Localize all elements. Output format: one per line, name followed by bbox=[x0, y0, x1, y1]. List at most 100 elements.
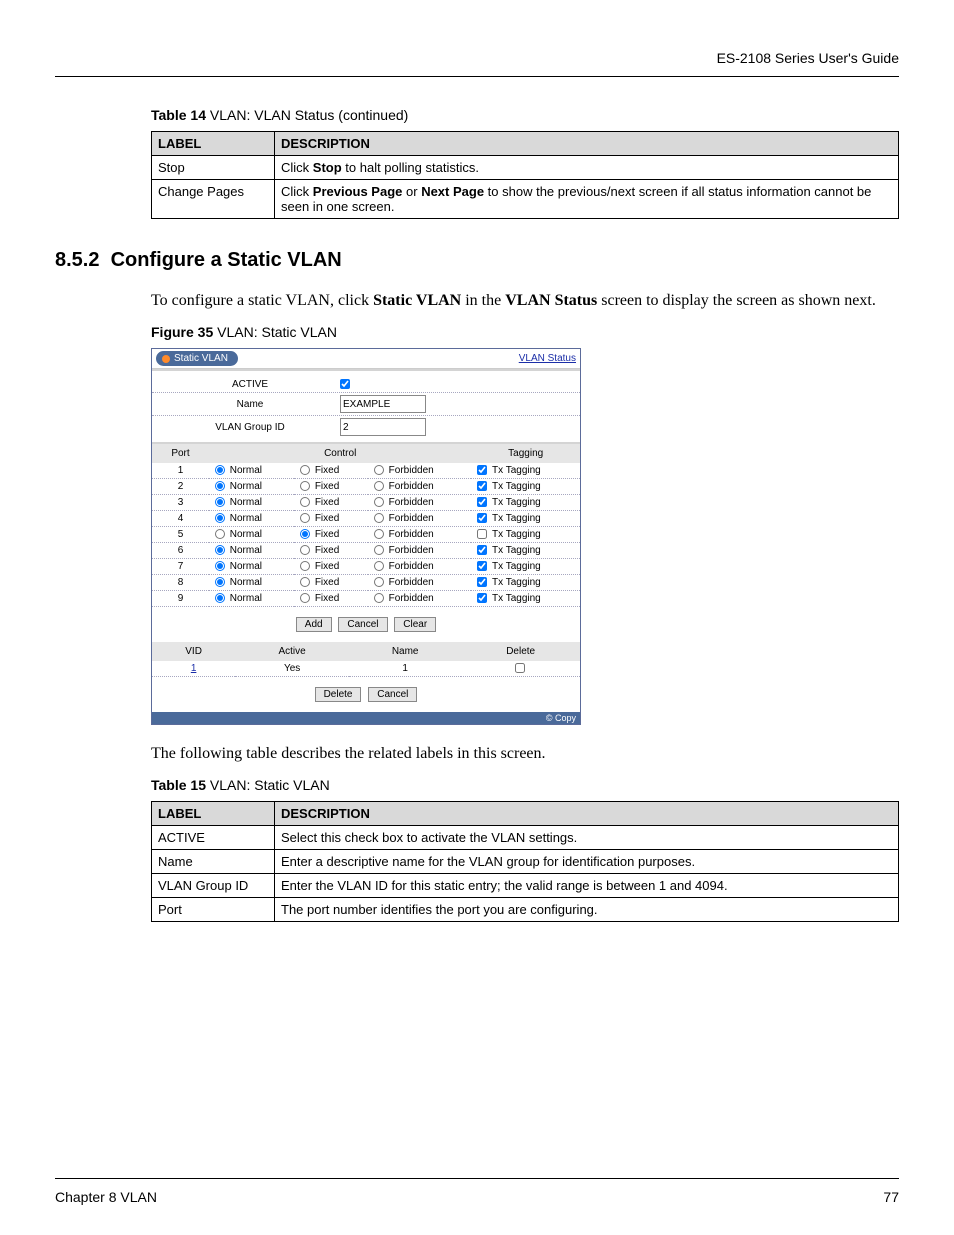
port-head-tagging: Tagging bbox=[471, 444, 580, 463]
radio-fixed[interactable] bbox=[300, 577, 310, 587]
radio-forbidden[interactable] bbox=[374, 561, 384, 571]
port-control-fixed: Fixed bbox=[294, 511, 368, 527]
radio-normal[interactable] bbox=[215, 481, 225, 491]
radio-forbidden[interactable] bbox=[374, 497, 384, 507]
port-control-normal: Normal bbox=[209, 527, 294, 543]
port-control-normal: Normal bbox=[209, 463, 294, 479]
port-control-forbidden: Forbidden bbox=[368, 479, 472, 495]
tx-tagging-checkbox[interactable] bbox=[477, 513, 487, 523]
radio-forbidden[interactable] bbox=[374, 577, 384, 587]
port-control-forbidden: Forbidden bbox=[368, 463, 472, 479]
tx-tagging-checkbox[interactable] bbox=[477, 465, 487, 475]
port-tagging: Tx Tagging bbox=[471, 527, 580, 543]
tx-tagging-checkbox[interactable] bbox=[477, 529, 487, 539]
table15-caption: Table 15 VLAN: Static VLAN bbox=[151, 777, 899, 793]
radio-forbidden[interactable] bbox=[374, 465, 384, 475]
table14-label: Change Pages bbox=[152, 180, 275, 219]
radio-fixed[interactable] bbox=[300, 481, 310, 491]
port-control-fixed: Fixed bbox=[294, 479, 368, 495]
port-tagging: Tx Tagging bbox=[471, 543, 580, 559]
radio-forbidden[interactable] bbox=[374, 593, 384, 603]
header-rule bbox=[55, 76, 899, 77]
port-number: 4 bbox=[152, 511, 209, 527]
tx-tagging-checkbox[interactable] bbox=[477, 481, 487, 491]
radio-fixed[interactable] bbox=[300, 513, 310, 523]
tx-tagging-checkbox[interactable] bbox=[477, 497, 487, 507]
tx-tagging-checkbox[interactable] bbox=[477, 577, 487, 587]
port-control-fixed: Fixed bbox=[294, 559, 368, 575]
port-control-forbidden: Forbidden bbox=[368, 527, 472, 543]
list-head-active: Active bbox=[235, 642, 349, 661]
table15-desc: Select this check box to activate the VL… bbox=[275, 826, 899, 850]
cancel-button-1[interactable] bbox=[338, 617, 387, 632]
cancel-button-2[interactable] bbox=[368, 687, 417, 702]
list-head-vid: VID bbox=[152, 642, 235, 661]
radio-fixed[interactable] bbox=[300, 593, 310, 603]
port-number: 6 bbox=[152, 543, 209, 559]
name-input[interactable] bbox=[340, 395, 426, 413]
table15-desc: The port number identifies the port you … bbox=[275, 898, 899, 922]
section-intro: To configure a static VLAN, click Static… bbox=[151, 292, 899, 310]
radio-forbidden[interactable] bbox=[374, 545, 384, 555]
port-control-fixed: Fixed bbox=[294, 591, 368, 607]
add-button[interactable] bbox=[296, 617, 332, 632]
tx-tagging-checkbox[interactable] bbox=[477, 593, 487, 603]
port-control-fixed: Fixed bbox=[294, 463, 368, 479]
vlan-list-table: VID Active Name Delete 1Yes1 bbox=[152, 642, 580, 677]
port-tagging: Tx Tagging bbox=[471, 511, 580, 527]
port-control-forbidden: Forbidden bbox=[368, 591, 472, 607]
table14: LABEL DESCRIPTION StopClick Stop to halt… bbox=[151, 131, 899, 219]
table14-head-label: LABEL bbox=[152, 132, 275, 156]
radio-fixed[interactable] bbox=[300, 561, 310, 571]
delete-button[interactable] bbox=[315, 687, 362, 702]
group-input[interactable] bbox=[340, 418, 426, 436]
port-control-forbidden: Forbidden bbox=[368, 559, 472, 575]
footer-page-number: 77 bbox=[883, 1189, 899, 1205]
vlan-status-link[interactable]: VLAN Status bbox=[519, 353, 576, 364]
radio-normal[interactable] bbox=[215, 497, 225, 507]
radio-fixed[interactable] bbox=[300, 497, 310, 507]
port-number: 3 bbox=[152, 495, 209, 511]
tx-tagging-checkbox[interactable] bbox=[477, 561, 487, 571]
port-tagging: Tx Tagging bbox=[471, 463, 580, 479]
port-control-normal: Normal bbox=[209, 511, 294, 527]
port-tagging: Tx Tagging bbox=[471, 575, 580, 591]
port-number: 2 bbox=[152, 479, 209, 495]
port-number: 8 bbox=[152, 575, 209, 591]
tx-tagging-checkbox[interactable] bbox=[477, 545, 487, 555]
port-head-control: Control bbox=[209, 444, 471, 463]
list-active: Yes bbox=[235, 661, 349, 677]
radio-forbidden[interactable] bbox=[374, 513, 384, 523]
table14-head-desc: DESCRIPTION bbox=[275, 132, 899, 156]
dot-icon bbox=[162, 355, 170, 363]
delete-checkbox[interactable] bbox=[515, 663, 525, 673]
radio-normal[interactable] bbox=[215, 545, 225, 555]
radio-normal[interactable] bbox=[215, 513, 225, 523]
port-control-normal: Normal bbox=[209, 543, 294, 559]
radio-forbidden[interactable] bbox=[374, 481, 384, 491]
radio-normal[interactable] bbox=[215, 561, 225, 571]
table14-desc: Click Previous Page or Next Page to show… bbox=[275, 180, 899, 219]
table14-desc: Click Stop to halt polling statistics. bbox=[275, 156, 899, 180]
port-row: 2 Normal Fixed Forbidden Tx Tagging bbox=[152, 479, 580, 495]
clear-button[interactable] bbox=[394, 617, 436, 632]
port-number: 5 bbox=[152, 527, 209, 543]
radio-forbidden[interactable] bbox=[374, 529, 384, 539]
table15-label: Name bbox=[152, 850, 275, 874]
table15: LABEL DESCRIPTION ACTIVESelect this chec… bbox=[151, 801, 899, 922]
port-control-forbidden: Forbidden bbox=[368, 495, 472, 511]
radio-normal[interactable] bbox=[215, 577, 225, 587]
active-checkbox[interactable] bbox=[340, 379, 350, 389]
vid-link[interactable]: 1 bbox=[191, 663, 197, 674]
port-control-forbidden: Forbidden bbox=[368, 511, 472, 527]
radio-fixed[interactable] bbox=[300, 529, 310, 539]
port-number: 7 bbox=[152, 559, 209, 575]
radio-normal[interactable] bbox=[215, 465, 225, 475]
radio-fixed[interactable] bbox=[300, 465, 310, 475]
port-tagging: Tx Tagging bbox=[471, 559, 580, 575]
port-number: 1 bbox=[152, 463, 209, 479]
port-head-port: Port bbox=[152, 444, 209, 463]
radio-normal[interactable] bbox=[215, 593, 225, 603]
radio-normal[interactable] bbox=[215, 529, 225, 539]
radio-fixed[interactable] bbox=[300, 545, 310, 555]
